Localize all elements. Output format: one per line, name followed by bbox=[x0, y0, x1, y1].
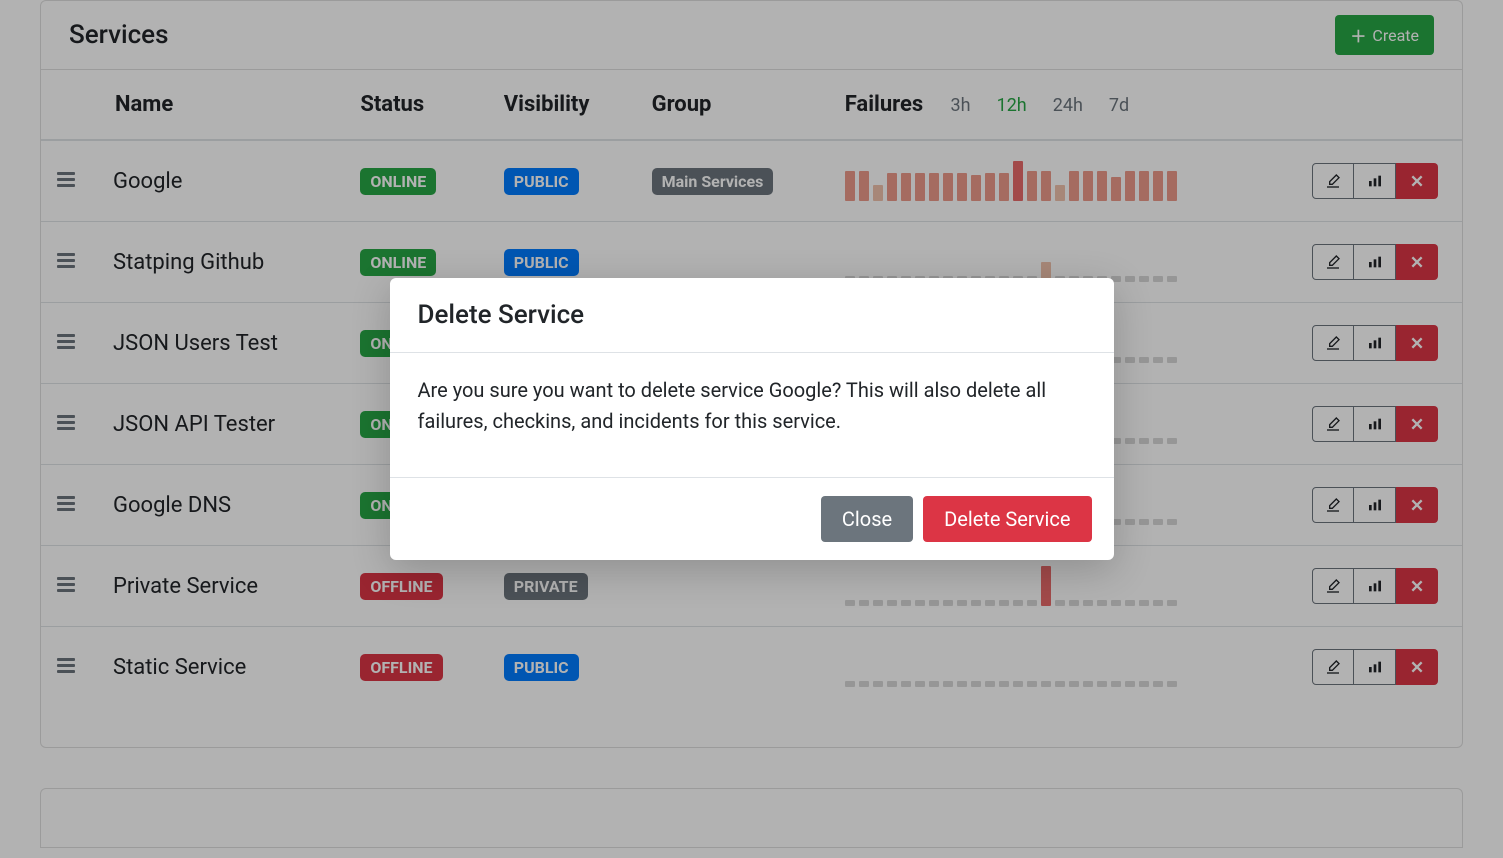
delete-service-modal: Delete Service Are you sure you want to … bbox=[390, 278, 1114, 560]
modal-title: Delete Service bbox=[390, 278, 1114, 353]
modal-footer: Close Delete Service bbox=[390, 477, 1114, 560]
modal-body: Are you sure you want to delete service … bbox=[390, 353, 1114, 477]
close-button[interactable]: Close bbox=[821, 496, 913, 542]
confirm-delete-button[interactable]: Delete Service bbox=[923, 496, 1091, 542]
